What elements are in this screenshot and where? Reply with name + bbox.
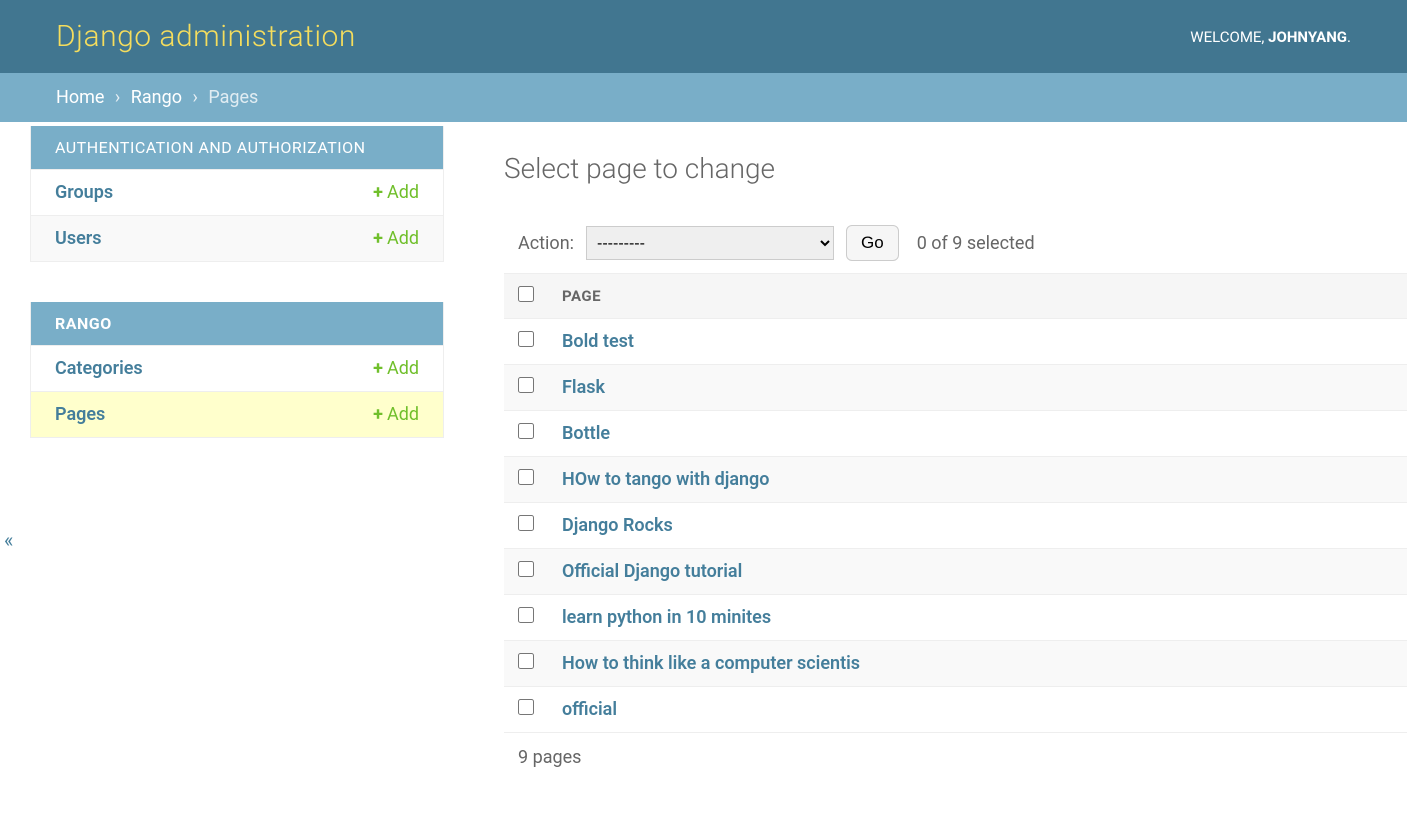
add-link[interactable]: +Add [373, 182, 419, 203]
row-checkbox[interactable] [518, 423, 534, 439]
breadcrumb: Home › Rango › Pages [0, 73, 1407, 122]
row-checkbox[interactable] [518, 653, 534, 669]
row-checkbox[interactable] [518, 607, 534, 623]
plus-icon: + [373, 182, 383, 203]
model-link[interactable]: Categories [55, 358, 143, 379]
module-caption-link[interactable]: AUTHENTICATION AND AUTHORIZATION [55, 138, 366, 157]
model-link[interactable]: Pages [55, 404, 105, 425]
table-row: learn python in 10 minites [504, 595, 1407, 641]
sidebar-module-rango: RANGO Categories +Add Pages +Add [30, 302, 444, 438]
table-row: Flask [504, 365, 1407, 411]
row-checkbox[interactable] [518, 377, 534, 393]
add-label: Add [387, 404, 419, 425]
select-all-checkbox[interactable] [518, 286, 534, 302]
model-link[interactable]: Users [55, 228, 102, 249]
model-link[interactable]: Groups [55, 182, 113, 203]
add-link[interactable]: +Add [373, 228, 419, 249]
row-checkbox[interactable] [518, 515, 534, 531]
selection-counter: 0 of 9 selected [917, 233, 1035, 254]
row-link[interactable]: Official Django tutorial [562, 561, 742, 582]
breadcrumb-current: Pages [208, 87, 258, 108]
add-link[interactable]: +Add [373, 358, 419, 379]
paginator: 9 pages [504, 733, 1407, 782]
row-checkbox[interactable] [518, 699, 534, 715]
toggle-sidebar-icon[interactable]: « [4, 528, 13, 552]
add-label: Add [387, 182, 419, 203]
row-checkbox[interactable] [518, 561, 534, 577]
action-select[interactable]: --------- [586, 226, 834, 260]
plus-icon: + [373, 404, 383, 425]
row-link[interactable]: official [562, 699, 617, 720]
row-link[interactable]: How to think like a computer scientis [562, 653, 860, 674]
content: Select page to change Action: --------- … [444, 122, 1407, 782]
row-link[interactable]: Bold test [562, 331, 634, 352]
row-checkbox[interactable] [518, 331, 534, 347]
module-caption-link[interactable]: RANGO [55, 314, 112, 333]
module-caption: AUTHENTICATION AND AUTHORIZATION [31, 126, 443, 169]
sidebar-item-users: Users +Add [31, 215, 443, 261]
breadcrumb-home[interactable]: Home [56, 87, 104, 108]
sidebar-module-auth: AUTHENTICATION AND AUTHORIZATION Groups … [30, 126, 444, 262]
page-title: Select page to change [504, 152, 1407, 185]
row-checkbox[interactable] [518, 469, 534, 485]
row-link[interactable]: learn python in 10 minites [562, 607, 771, 628]
table-row: Bottle [504, 411, 1407, 457]
sidebar: « AUTHENTICATION AND AUTHORIZATION Group… [0, 122, 444, 782]
results-table: PAGE Bold test Flask Bottle HOw to tango wi… [504, 273, 1407, 733]
go-button[interactable]: Go [846, 225, 899, 261]
column-header-page[interactable]: PAGE [548, 274, 1407, 319]
welcome-text: WELCOME, [1190, 28, 1264, 46]
actions-bar: Action: --------- Go 0 of 9 selected [504, 225, 1407, 261]
site-title[interactable]: Django administration [56, 19, 356, 54]
breadcrumb-sep: › [192, 87, 197, 108]
add-link[interactable]: +Add [373, 404, 419, 425]
breadcrumb-app[interactable]: Rango [131, 87, 182, 108]
plus-icon: + [373, 358, 383, 379]
row-link[interactable]: HOw to tango with django [562, 469, 769, 490]
add-label: Add [387, 358, 419, 379]
row-link[interactable]: Bottle [562, 423, 610, 444]
table-header-row: PAGE [504, 274, 1407, 319]
sidebar-item-groups: Groups +Add [31, 169, 443, 215]
module-caption: RANGO [31, 302, 443, 345]
action-label: Action: [518, 233, 574, 254]
add-label: Add [387, 228, 419, 249]
plus-icon: + [373, 228, 383, 249]
row-link[interactable]: Django Rocks [562, 515, 673, 536]
breadcrumb-sep: › [115, 87, 120, 108]
sidebar-item-pages: Pages +Add [31, 391, 443, 437]
sidebar-item-categories: Categories +Add [31, 345, 443, 391]
table-row: How to think like a computer scientis [504, 641, 1407, 687]
row-link[interactable]: Flask [562, 377, 605, 398]
table-row: Django Rocks [504, 503, 1407, 549]
header: Django administration WELCOME, JOHNYANG. [0, 0, 1407, 73]
table-row: Official Django tutorial [504, 549, 1407, 595]
username: JOHNYANG [1268, 28, 1347, 46]
user-tools: WELCOME, JOHNYANG. [1190, 28, 1351, 46]
table-row: HOw to tango with django [504, 457, 1407, 503]
table-row: official [504, 687, 1407, 733]
table-row: Bold test [504, 319, 1407, 365]
dot: . [1347, 28, 1351, 46]
